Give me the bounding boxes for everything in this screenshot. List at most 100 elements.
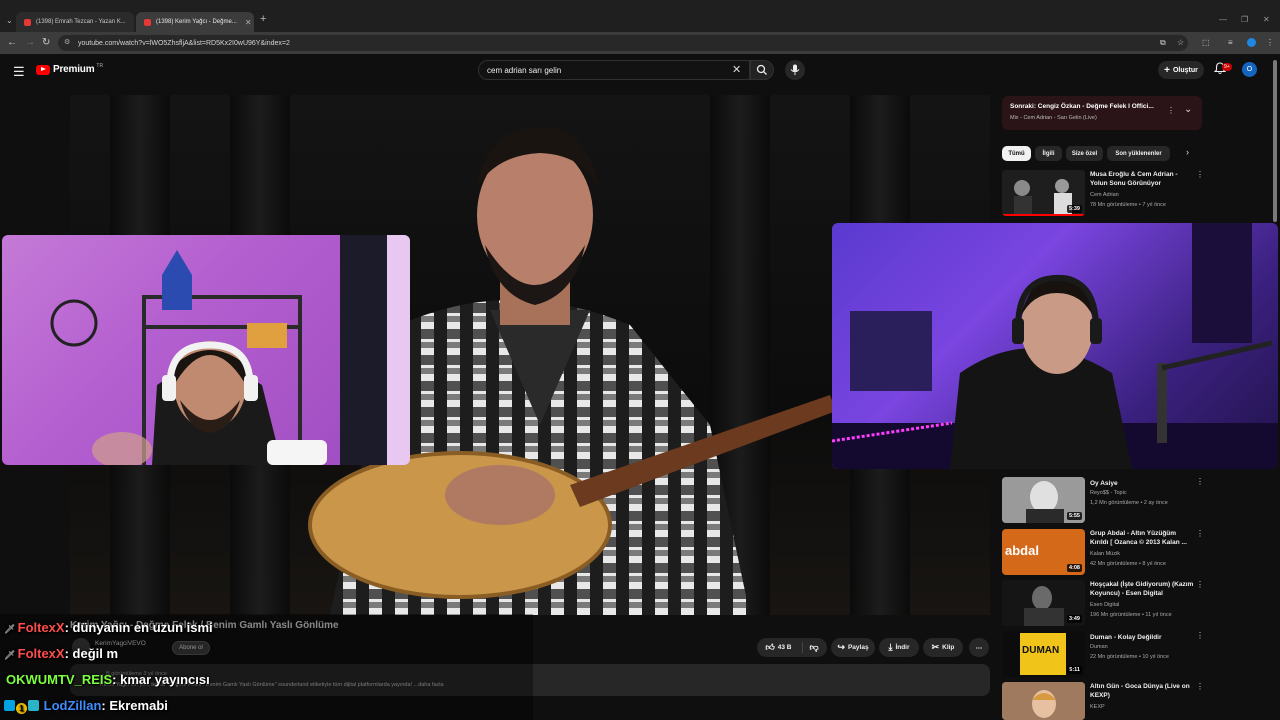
video-channel[interactable]: Kalan Müzik <box>1090 551 1120 557</box>
cast-icon[interactable]: ⧉ <box>1160 38 1166 48</box>
hamburger-menu-icon[interactable]: ☰ <box>13 64 25 80</box>
tab-label: (1398) Kerim Yağcı - Değme... <box>156 19 237 25</box>
browser-profile-icon[interactable] <box>1247 38 1256 47</box>
maximize-icon[interactable]: ❐ <box>1241 15 1248 24</box>
video-thumbnail[interactable]: DUMAN 5:11 <box>1002 631 1085 677</box>
video-actions: 👍︎ 43 B 👎︎ ↪ Paylaş ⤓ İndir ✂ Klip ⋯ <box>757 638 992 658</box>
download-label: İndir <box>895 644 910 651</box>
create-button[interactable]: + Oluştur <box>1158 61 1204 79</box>
close-tab-icon[interactable]: ✕ <box>245 18 252 27</box>
more-options-icon[interactable]: ⋮ <box>1196 477 1204 486</box>
sidebar-video[interactable]: DUMAN 5:11 Duman - Kolay Değildir Duman … <box>1002 631 1204 679</box>
video-duration: 4:08 <box>1066 564 1082 572</box>
chat-username: FoltexX <box>17 620 65 635</box>
search-button[interactable] <box>750 60 774 80</box>
video-channel[interactable]: Esen Digital <box>1090 602 1119 608</box>
download-button[interactable]: ⤓ İndir <box>879 638 919 657</box>
sidebar-icon[interactable]: ≡ <box>1228 38 1233 47</box>
browser-tab-1[interactable]: (1398) Emrah Tezcan - Yazan K... ✕ <box>16 12 134 32</box>
more-options-icon[interactable]: ⋮ <box>1196 170 1204 179</box>
subscriber-badge-icon <box>28 700 39 711</box>
chat-text: : değil m <box>64 646 119 661</box>
chat-message: OKWUMTV_REIS: kmar yayıncısı <box>6 672 210 687</box>
sidebar-video[interactable]: 3:49 Hoşçakal (İşte Gidiyorum) (Kazım Ko… <box>1002 580 1204 628</box>
more-options-icon[interactable]: ⋮ <box>1196 529 1204 538</box>
site-info-icon[interactable]: ⚙ <box>64 38 70 46</box>
microphone-icon <box>790 64 800 75</box>
video-thumbnail[interactable]: abdal 4:08 <box>1002 529 1085 575</box>
clip-button[interactable]: ✂ Klip <box>923 638 963 657</box>
video-channel[interactable]: Reyo$$ - Topic <box>1090 490 1127 496</box>
video-meta: 78 Mn görüntüleme • 7 yıl önce <box>1090 202 1166 208</box>
rank-badge-icon: 1 <box>16 703 27 714</box>
more-actions-button[interactable]: ⋯ <box>969 638 989 657</box>
new-tab-button[interactable]: + <box>260 13 266 25</box>
sidebar-video[interactable]: 5:55 Oy Asiye Reyo$$ - Topic 1,2 Mn görü… <box>1002 477 1204 525</box>
video-meta: 22 Mn görüntüleme • 10 yıl önce <box>1090 654 1169 660</box>
video-meta: 1,2 Mn görüntüleme • 2 ay önce <box>1090 500 1168 506</box>
video-thumbnail[interactable]: 5:39 <box>1002 170 1085 216</box>
video-channel[interactable]: Cem Adrian <box>1090 192 1119 198</box>
video-title[interactable]: Musa Eroğlu & Cem Adrian - Yolun Sonu Gö… <box>1090 170 1194 188</box>
minimize-icon[interactable]: — <box>1219 15 1227 24</box>
notification-count-badge: 9+ <box>1222 63 1232 71</box>
like-button[interactable]: 👍︎ 43 B <box>765 642 803 653</box>
more-options-icon[interactable]: ⋮ <box>1167 106 1175 115</box>
chip-recently-uploaded[interactable]: Son yüklenenler <box>1107 146 1170 161</box>
tab-search-icon[interactable]: ⌄ <box>6 16 13 25</box>
reload-icon[interactable]: ↻ <box>42 37 50 48</box>
chat-username: LodZillan <box>43 698 102 713</box>
address-bar[interactable]: ⚙ youtube.com/watch?v=lWO5ZhsfljA&list=R… <box>58 35 1188 51</box>
video-meta: 196 Mn görüntüleme • 11 yıl önce <box>1090 612 1172 618</box>
up-next-panel[interactable]: Sonraki: Cengiz Özkan - Değme Felek I Of… <box>1002 96 1202 130</box>
more-horizontal-icon: ⋯ <box>975 644 983 652</box>
chevron-right-icon[interactable]: › <box>1186 147 1189 157</box>
bookmark-star-icon[interactable]: ☆ <box>1177 38 1184 47</box>
browser-menu-icon[interactable]: ⋮ <box>1266 38 1274 47</box>
more-options-icon[interactable]: ⋮ <box>1196 580 1204 589</box>
video-title[interactable]: Duman - Kolay Değildir <box>1090 633 1194 642</box>
thumbs-down-icon[interactable]: 👎︎ <box>806 642 819 653</box>
account-avatar[interactable]: O <box>1242 62 1257 77</box>
create-label: Oluştur <box>1172 66 1198 74</box>
page-scrollbar[interactable] <box>1273 60 1277 222</box>
sidebar-video[interactable]: 5:39 Musa Eroğlu & Cem Adrian - Yolun So… <box>1002 170 1204 218</box>
chevron-down-icon[interactable]: ⌄ <box>1184 104 1192 115</box>
more-options-icon[interactable]: ⋮ <box>1196 682 1204 691</box>
webcam-left-streamer <box>50 235 410 465</box>
clear-search-icon[interactable]: ✕ <box>732 63 741 76</box>
more-options-icon[interactable]: ⋮ <box>1196 631 1204 640</box>
forward-icon[interactable]: → <box>25 37 35 48</box>
share-button[interactable]: ↪ Paylaş <box>831 638 875 657</box>
video-channel[interactable]: Duman <box>1090 644 1108 650</box>
video-duration: 5:39 <box>1066 205 1082 213</box>
video-title[interactable]: Altın Gün - Goca Dünya (Live on KEXP) <box>1090 682 1194 700</box>
download-icon: ⤓ <box>888 642 893 652</box>
back-icon[interactable]: ← <box>7 37 17 48</box>
sidebar-video[interactable]: Altın Gün - Goca Dünya (Live on KEXP) KE… <box>1002 682 1204 720</box>
extensions-icon[interactable]: ⬚ <box>1202 38 1210 47</box>
video-thumbnail[interactable] <box>1002 682 1085 720</box>
chip-all[interactable]: Tümü <box>1002 146 1031 161</box>
like-dislike-group: 👍︎ 43 B 👎︎ <box>757 638 827 657</box>
sidebar-video[interactable]: abdal 4:08 Grup Abdal - Altın Yüzüğüm Kı… <box>1002 529 1204 577</box>
search-input[interactable]: cem adrian sarı gelin <box>478 60 750 80</box>
webcam-right-streamer <box>832 223 1278 469</box>
chip-for-you[interactable]: Size özel <box>1066 146 1103 161</box>
voice-search-button[interactable] <box>785 60 805 80</box>
video-channel[interactable]: KEXP <box>1090 704 1105 710</box>
video-title[interactable]: Oy Asiye <box>1090 479 1194 488</box>
close-window-icon[interactable]: ✕ <box>1263 15 1270 24</box>
video-title[interactable]: Grup Abdal - Altın Yüzüğüm Kırıldı [ Oza… <box>1090 529 1194 547</box>
thumbnail-text: DUMAN <box>1022 645 1060 656</box>
chat-message: 🗡︎ FoltexX: değil m <box>4 646 118 661</box>
logo-region: TR <box>96 62 104 69</box>
thumbnail-image <box>1002 682 1085 720</box>
up-next-title: Sonraki: Cengiz Özkan - Değme Felek I Of… <box>1010 103 1154 110</box>
browser-tab-2[interactable]: (1398) Kerim Yağcı - Değme... ✕ <box>136 12 254 32</box>
video-thumbnail[interactable]: 3:49 <box>1002 580 1085 626</box>
video-thumbnail[interactable]: 5:55 <box>1002 477 1085 523</box>
video-title[interactable]: Hoşçakal (İşte Gidiyorum) (Kazım Koyuncu… <box>1090 580 1194 598</box>
youtube-premium-logo[interactable]: Premium TR <box>36 62 104 75</box>
chip-related[interactable]: İlgili <box>1035 146 1062 161</box>
